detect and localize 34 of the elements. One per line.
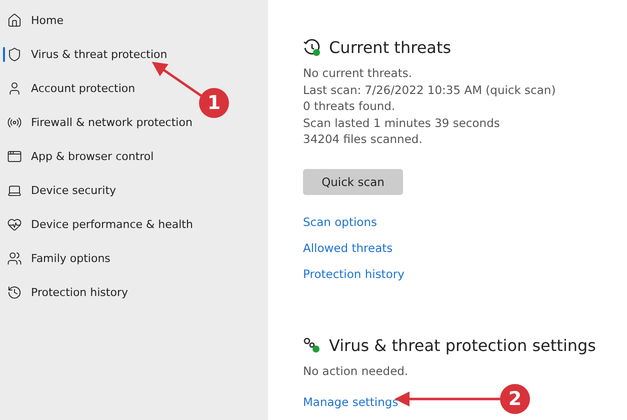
link[interactable]: Allowed threats bbox=[303, 234, 393, 260]
sidebar-item[interactable]: Home bbox=[5, 3, 68, 37]
status-text: Scan lasted 1 minutes 39 seconds bbox=[303, 114, 501, 131]
heartbeat-icon bbox=[7, 216, 22, 232]
sidebar-item[interactable]: Account protection bbox=[5, 71, 140, 105]
quick-scan-button[interactable]: Quick scan bbox=[303, 168, 403, 194]
clock-check-icon bbox=[303, 38, 321, 56]
sidebar-item[interactable]: Device performance & health bbox=[5, 207, 197, 241]
person-icon bbox=[7, 80, 22, 96]
link[interactable]: Scan options bbox=[303, 208, 377, 234]
status-text: No current threats. bbox=[303, 65, 413, 82]
sidebar-item[interactable]: App & browser control bbox=[5, 139, 158, 173]
home-icon bbox=[7, 12, 22, 28]
status-text: No action needed. bbox=[303, 362, 410, 379]
status-text: 34204 files scanned. bbox=[303, 131, 424, 148]
section-heading: Virus & threat protection settings bbox=[329, 336, 596, 354]
sidebar-item[interactable]: Protection history bbox=[5, 275, 132, 309]
link[interactable]: Protection history bbox=[303, 260, 404, 286]
shield-icon bbox=[7, 46, 22, 62]
laptop-icon bbox=[7, 182, 22, 198]
link[interactable]: Manage settings bbox=[303, 389, 398, 415]
history-icon bbox=[7, 284, 22, 300]
antenna-icon bbox=[7, 114, 22, 130]
sidebar-item[interactable]: Virus & threat protection bbox=[5, 37, 172, 71]
sidebar-item[interactable]: Firewall & network protection bbox=[5, 105, 196, 139]
sidebar-item[interactable]: Device security bbox=[5, 173, 120, 207]
window-icon bbox=[7, 148, 22, 164]
status-text: 0 threats found. bbox=[303, 98, 396, 114]
annotation-arrow bbox=[152, 62, 204, 98]
people-icon bbox=[7, 250, 22, 266]
status-text: Last scan: 7/26/2022 10:35 AM (quick scan) bbox=[303, 82, 557, 98]
gears-check-icon bbox=[303, 337, 321, 353]
section-heading: Current threats bbox=[329, 38, 452, 57]
sidebar-item[interactable]: Family options bbox=[5, 241, 114, 275]
